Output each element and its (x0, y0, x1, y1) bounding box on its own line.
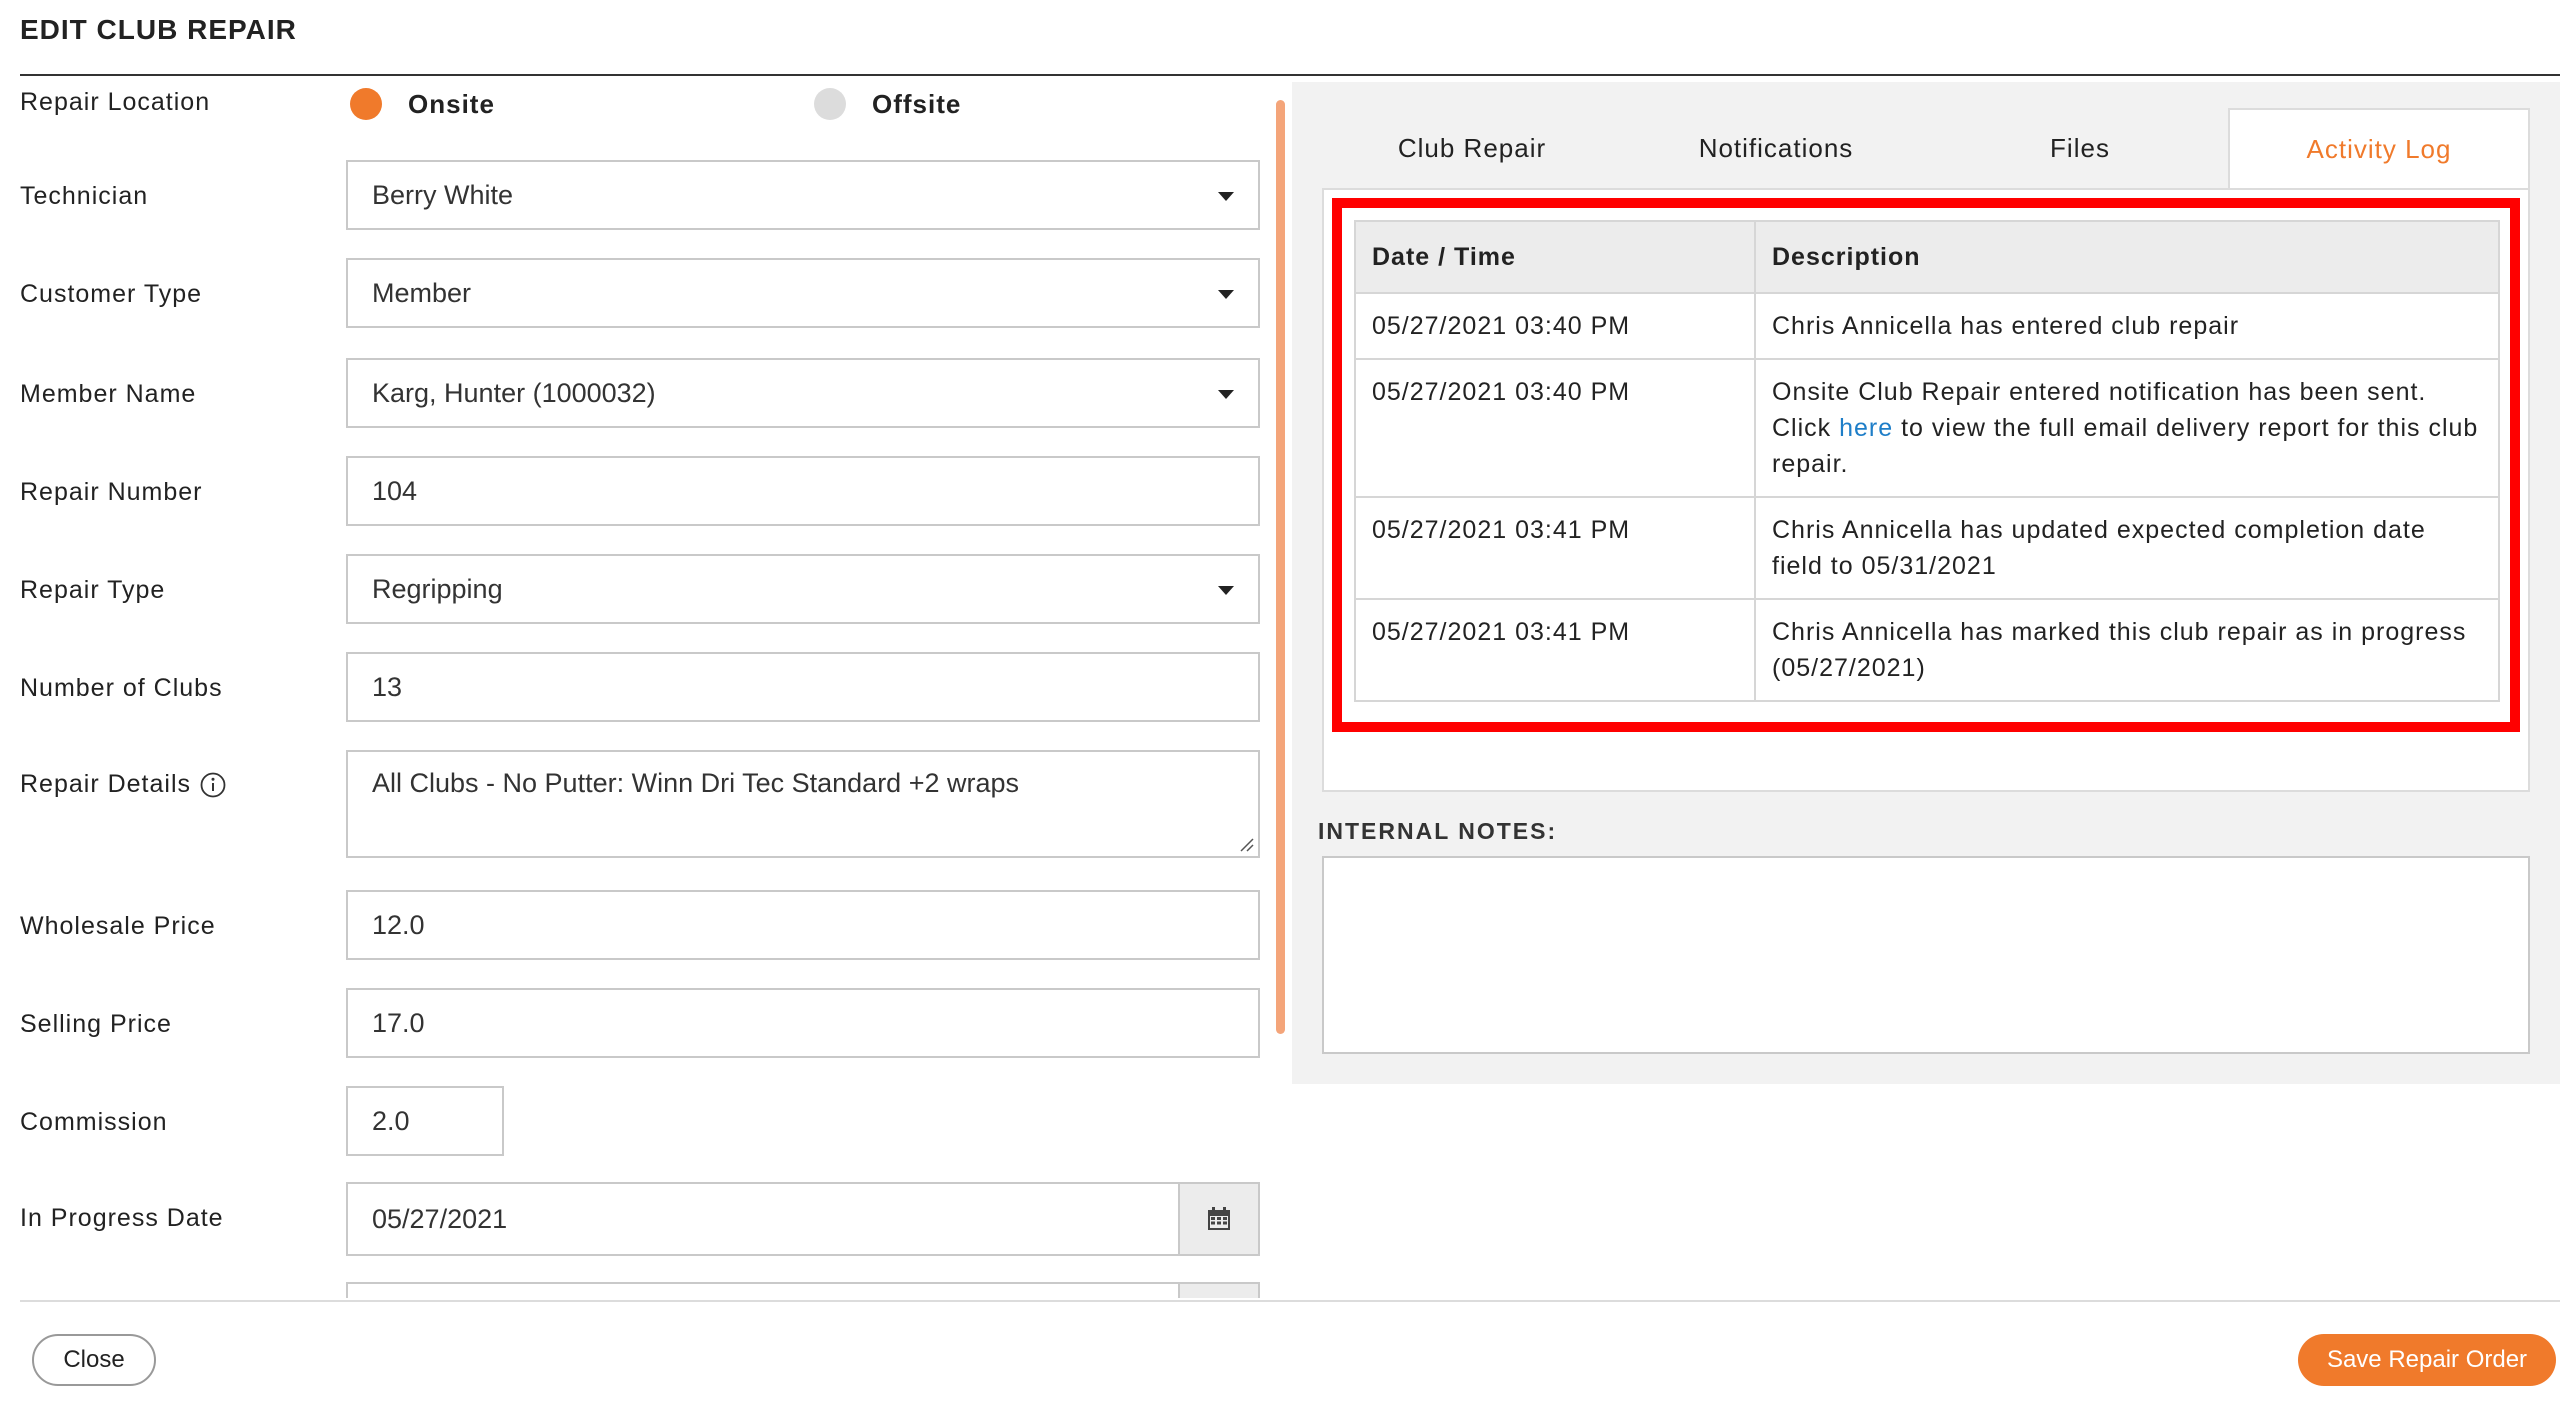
calendar-icon (1208, 1207, 1230, 1230)
repair-number-label: Repair Number (20, 478, 203, 506)
chevron-down-icon (1218, 390, 1234, 399)
row-datetime: 05/27/2021 03:40 PM (1354, 358, 1756, 498)
radio-offsite-dot[interactable] (814, 88, 846, 120)
selling-price-input[interactable]: 17.0 (346, 988, 1260, 1058)
technician-value: Berry White (372, 179, 514, 210)
row-description: Onsite Club Repair entered notification … (1754, 358, 2500, 498)
details-panel: Club Repair Notifications Files Activity… (1292, 82, 2560, 1084)
repair-number-row: Repair Number 104 (0, 456, 1280, 526)
number-of-clubs-row: Number of Clubs 13 (0, 652, 1280, 722)
table-row: 05/27/2021 03:40 PM Chris Annicella has … (1354, 292, 2500, 360)
repair-number-value: 104 (372, 475, 418, 506)
column-header-datetime: Date / Time (1354, 220, 1756, 294)
form-scrollbar[interactable] (1276, 100, 1285, 1034)
in-progress-date-row: In Progress Date 05/27/2021 (0, 1182, 1280, 1256)
radio-onsite[interactable]: Onsite (350, 78, 495, 130)
close-button[interactable]: Close (32, 1334, 156, 1386)
activity-log-table: Date / Time Description 05/27/2021 03:40… (1354, 220, 2500, 702)
date-picker-button[interactable] (1178, 1184, 1258, 1254)
repair-type-value: Regripping (372, 573, 503, 604)
repair-details-value: All Clubs - No Putter: Winn Dri Tec Stan… (372, 768, 1020, 798)
page-title: EDIT CLUB REPAIR (20, 14, 297, 45)
repair-type-row: Repair Type Regripping (0, 554, 1280, 624)
selling-price-label: Selling Price (20, 1010, 172, 1038)
repair-number-input[interactable]: 104 (346, 456, 1260, 526)
member-name-select[interactable]: Karg, Hunter (1000032) (346, 358, 1260, 428)
in-progress-date-input[interactable]: 05/27/2021 (346, 1182, 1260, 1256)
title-divider (20, 74, 2560, 76)
selling-price-value: 17.0 (372, 1007, 425, 1038)
number-of-clubs-input[interactable]: 13 (346, 652, 1260, 722)
chevron-down-icon (1218, 290, 1234, 299)
internal-notes-label: INTERNAL NOTES: (1318, 818, 1558, 844)
table-row: 05/27/2021 03:40 PM Onsite Club Repair e… (1354, 358, 2500, 498)
in-progress-date-label: In Progress Date (20, 1204, 224, 1232)
in-progress-date-value: 05/27/2021 (372, 1203, 508, 1234)
row-description: Chris Annicella has entered club repair (1754, 292, 2500, 360)
radio-offsite-label: Offsite (872, 88, 962, 119)
selling-price-row: Selling Price 17.0 (0, 988, 1280, 1058)
internal-notes-textarea[interactable] (1322, 856, 2530, 1054)
highlight-box: Date / Time Description 05/27/2021 03:40… (1332, 198, 2520, 732)
activity-log-content: Date / Time Description 05/27/2021 03:40… (1322, 188, 2530, 792)
wholesale-price-input[interactable]: 12.0 (346, 890, 1260, 960)
row-datetime: 05/27/2021 03:41 PM (1354, 598, 1756, 702)
tab-files[interactable]: Files (1930, 108, 2230, 188)
technician-select[interactable]: Berry White (346, 160, 1260, 230)
row-datetime: 05/27/2021 03:41 PM (1354, 496, 1756, 600)
repair-type-label: Repair Type (20, 576, 166, 604)
delivery-report-link[interactable]: here (1839, 414, 1893, 442)
repair-type-select[interactable]: Regripping (346, 554, 1260, 624)
repair-details-row: Repair Details All Clubs - No Putter: Wi… (0, 750, 1280, 858)
customer-type-row: Customer Type Member (0, 258, 1280, 328)
repair-location-row: Repair Location Onsite Offsite (0, 78, 1280, 130)
row-description: Chris Annicella has updated expected com… (1754, 496, 2500, 600)
row-datetime: 05/27/2021 03:40 PM (1354, 292, 1756, 360)
customer-type-select[interactable]: Member (346, 258, 1260, 328)
table-header-row: Date / Time Description (1354, 220, 2500, 294)
tab-activity-log[interactable]: Activity Log (2228, 108, 2530, 188)
commission-value: 2.0 (372, 1105, 410, 1136)
info-icon[interactable] (199, 771, 227, 799)
commission-input[interactable]: 2.0 (346, 1086, 504, 1156)
customer-type-label: Customer Type (20, 280, 203, 308)
row-description: Chris Annicella has marked this club rep… (1754, 598, 2500, 702)
table-row: 05/27/2021 03:41 PM Chris Annicella has … (1354, 496, 2500, 600)
member-name-value: Karg, Hunter (1000032) (372, 377, 656, 408)
member-name-label: Member Name (20, 380, 197, 408)
repair-location-label: Repair Location (20, 88, 211, 116)
next-date-input[interactable] (346, 1282, 1260, 1298)
column-header-description: Description (1754, 220, 2500, 294)
chevron-down-icon (1218, 586, 1234, 595)
number-of-clubs-value: 13 (372, 671, 403, 702)
table-row: 05/27/2021 03:41 PM Chris Annicella has … (1354, 598, 2500, 702)
repair-details-label-text: Repair Details (20, 770, 192, 798)
number-of-clubs-label: Number of Clubs (20, 674, 223, 702)
technician-row: Technician Berry White (0, 160, 1280, 230)
tab-club-repair[interactable]: Club Repair (1322, 108, 1622, 188)
wholesale-price-row: Wholesale Price 12.0 (0, 890, 1280, 960)
customer-type-value: Member (372, 277, 472, 308)
technician-label: Technician (20, 182, 149, 210)
repair-form: Repair Location Onsite Offsite Technicia… (0, 78, 1280, 1298)
next-field-row (0, 1282, 1280, 1298)
footer-divider (20, 1300, 2560, 1302)
commission-label: Commission (20, 1108, 168, 1136)
radio-onsite-dot[interactable] (350, 88, 382, 120)
radio-offsite[interactable]: Offsite (814, 78, 961, 130)
date-picker-button[interactable] (1178, 1284, 1258, 1298)
radio-onsite-label: Onsite (408, 88, 495, 119)
commission-row: Commission 2.0 (0, 1086, 1280, 1156)
resize-handle-icon[interactable] (1238, 836, 1254, 852)
tab-notifications[interactable]: Notifications (1626, 108, 1926, 188)
member-name-row: Member Name Karg, Hunter (1000032) (0, 358, 1280, 428)
chevron-down-icon (1218, 192, 1234, 201)
wholesale-price-label: Wholesale Price (20, 912, 216, 940)
wholesale-price-value: 12.0 (372, 909, 425, 940)
tab-bar: Club Repair Notifications Files Activity… (1292, 108, 2560, 188)
repair-details-textarea[interactable]: All Clubs - No Putter: Winn Dri Tec Stan… (346, 750, 1260, 858)
save-repair-order-button[interactable]: Save Repair Order (2298, 1334, 2556, 1386)
repair-details-label: Repair Details (20, 770, 227, 799)
